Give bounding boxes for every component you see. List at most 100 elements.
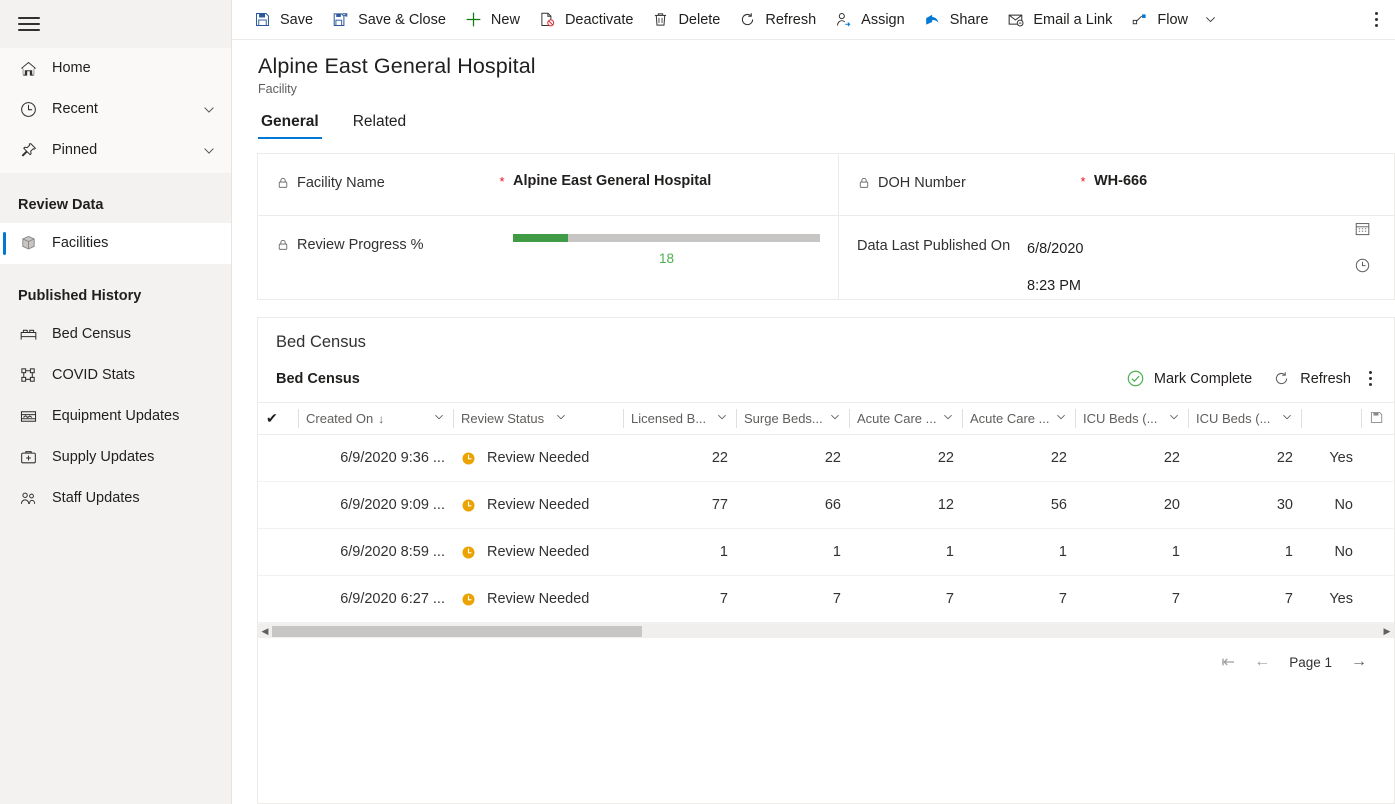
- assign-button[interactable]: Assign: [825, 1, 914, 39]
- sidebar-item-bed-census[interactable]: Bed Census: [0, 314, 231, 355]
- table-row[interactable]: 6/9/2020 8:59 ...Review Needed111111No: [258, 529, 1395, 576]
- tab-general[interactable]: General: [258, 113, 322, 139]
- cell-trailing[interactable]: Yes: [1301, 435, 1361, 482]
- cell-acute-care-2[interactable]: 1: [962, 529, 1075, 576]
- column-header-icu-beds-1[interactable]: ICU Beds (...: [1075, 403, 1188, 435]
- date-row[interactable]: 6/8/2020: [1027, 235, 1376, 262]
- chevron-down-icon[interactable]: [1050, 411, 1067, 426]
- sidebar-item-staff-updates[interactable]: Staff Updates: [0, 478, 231, 519]
- review-progress-control[interactable]: 18: [513, 216, 820, 266]
- save-and-close-button[interactable]: Save & Close: [322, 1, 455, 39]
- cell-review-status[interactable]: Review Needed: [453, 576, 623, 623]
- chevron-down-icon[interactable]: [550, 411, 567, 426]
- horizontal-scrollbar[interactable]: ◀ ▶: [258, 623, 1394, 638]
- clock-icon[interactable]: [1354, 257, 1372, 275]
- cell-review-status[interactable]: Review Needed: [453, 435, 623, 482]
- flow-chevron-down-icon[interactable]: [1197, 1, 1224, 39]
- row-select-checkbox[interactable]: [258, 529, 298, 576]
- cell-acute-care-2[interactable]: 56: [962, 482, 1075, 529]
- share-button[interactable]: Share: [914, 1, 998, 39]
- row-select-checkbox[interactable]: [258, 435, 298, 482]
- sidebar-item-facilities[interactable]: Facilities: [0, 223, 231, 264]
- sidebar-item-covid-stats[interactable]: COVID Stats: [0, 355, 231, 396]
- delete-button[interactable]: Delete: [642, 1, 729, 39]
- mark-complete-button[interactable]: Mark Complete: [1116, 364, 1262, 393]
- column-header-icu-beds-2[interactable]: ICU Beds (...: [1188, 403, 1301, 435]
- cell-acute-care-1[interactable]: 7: [849, 576, 962, 623]
- scroll-right-arrow-icon[interactable]: ▶: [1380, 627, 1394, 636]
- cell-acute-care-2[interactable]: 22: [962, 435, 1075, 482]
- next-page-button[interactable]: →: [1342, 646, 1376, 678]
- cell-acute-care-1[interactable]: 22: [849, 435, 962, 482]
- new-button[interactable]: New: [455, 1, 529, 39]
- column-header-acute-care-1[interactable]: Acute Care ...: [849, 403, 962, 435]
- cell-icu-beds-1[interactable]: 22: [1075, 435, 1188, 482]
- command-bar-overflow-button[interactable]: [1361, 1, 1391, 39]
- tab-related[interactable]: Related: [350, 113, 409, 139]
- sidebar-item-pinned[interactable]: Pinned: [0, 130, 231, 171]
- grid-overflow-button[interactable]: [1361, 366, 1380, 391]
- refresh-button[interactable]: Refresh: [729, 1, 825, 39]
- cell-surge-beds[interactable]: 66: [736, 482, 849, 529]
- chevron-down-icon[interactable]: [711, 411, 728, 426]
- cell-created-on[interactable]: 6/9/2020 9:09 ...: [298, 482, 453, 529]
- cell-created-on[interactable]: 6/9/2020 8:59 ...: [298, 529, 453, 576]
- column-header-surge-beds[interactable]: Surge Beds...: [736, 403, 849, 435]
- first-page-button[interactable]: ⇤: [1211, 646, 1245, 678]
- previous-page-button[interactable]: ←: [1245, 646, 1279, 678]
- cell-icu-beds-1[interactable]: 20: [1075, 482, 1188, 529]
- doh-number-value[interactable]: WH-666: [1094, 154, 1376, 189]
- deactivate-button[interactable]: Deactivate: [529, 1, 643, 39]
- scrollbar-thumb[interactable]: [272, 626, 642, 637]
- column-header-trailing[interactable]: [1301, 403, 1361, 435]
- cell-surge-beds[interactable]: 7: [736, 576, 849, 623]
- chevron-down-icon[interactable]: [428, 411, 445, 426]
- time-row[interactable]: 8:23 PM: [1027, 272, 1376, 299]
- chevron-down-icon[interactable]: [201, 143, 217, 159]
- cell-icu-beds-1[interactable]: 7: [1075, 576, 1188, 623]
- cell-review-status[interactable]: Review Needed: [453, 482, 623, 529]
- sidebar-item-recent[interactable]: Recent: [0, 89, 231, 130]
- save-button[interactable]: Save: [244, 1, 322, 39]
- cell-icu-beds-1[interactable]: 1: [1075, 529, 1188, 576]
- row-select-checkbox[interactable]: [258, 576, 298, 623]
- column-header-save-indicator[interactable]: [1361, 403, 1395, 435]
- sidebar-item-home[interactable]: Home: [0, 48, 231, 89]
- sidebar-item-supply-updates[interactable]: Supply Updates: [0, 437, 231, 478]
- chevron-down-icon[interactable]: [824, 411, 841, 426]
- cell-acute-care-1[interactable]: 12: [849, 482, 962, 529]
- cell-created-on[interactable]: 6/9/2020 9:36 ...: [298, 435, 453, 482]
- flow-button[interactable]: Flow: [1121, 1, 1197, 39]
- calendar-icon[interactable]: [1354, 220, 1372, 238]
- site-map-toggle-button[interactable]: [0, 0, 231, 48]
- scroll-left-arrow-icon[interactable]: ◀: [258, 627, 272, 636]
- cell-acute-care-1[interactable]: 1: [849, 529, 962, 576]
- column-header-licensed-beds[interactable]: Licensed B...: [623, 403, 736, 435]
- cell-acute-care-2[interactable]: 7: [962, 576, 1075, 623]
- cell-licensed-beds[interactable]: 7: [623, 576, 736, 623]
- sidebar-item-equipment-updates[interactable]: Equipment Updates: [0, 396, 231, 437]
- cell-trailing[interactable]: No: [1301, 529, 1361, 576]
- table-row[interactable]: 6/9/2020 9:09 ...Review Needed7766125620…: [258, 482, 1395, 529]
- cell-licensed-beds[interactable]: 77: [623, 482, 736, 529]
- cell-icu-beds-2[interactable]: 30: [1188, 482, 1301, 529]
- cell-licensed-beds[interactable]: 22: [623, 435, 736, 482]
- chevron-down-icon[interactable]: [201, 102, 217, 118]
- column-header-acute-care-2[interactable]: Acute Care ...: [962, 403, 1075, 435]
- cell-created-on[interactable]: 6/9/2020 6:27 ...: [298, 576, 453, 623]
- select-all-column-header[interactable]: ✔: [258, 403, 298, 435]
- cell-icu-beds-2[interactable]: 1: [1188, 529, 1301, 576]
- cell-trailing[interactable]: Yes: [1301, 576, 1361, 623]
- cell-trailing[interactable]: No: [1301, 482, 1361, 529]
- table-row[interactable]: 6/9/2020 6:27 ...Review Needed777777Yes: [258, 576, 1395, 623]
- scrollbar-track[interactable]: [272, 624, 1380, 639]
- chevron-down-icon[interactable]: [937, 411, 954, 426]
- cell-review-status[interactable]: Review Needed: [453, 529, 623, 576]
- table-row[interactable]: 6/9/2020 9:36 ...Review Needed2222222222…: [258, 435, 1395, 482]
- chevron-down-icon[interactable]: [1276, 411, 1293, 426]
- email-a-link-button[interactable]: Email a Link: [997, 1, 1121, 39]
- column-header-review-status[interactable]: Review Status: [453, 403, 623, 435]
- cell-surge-beds[interactable]: 1: [736, 529, 849, 576]
- cell-licensed-beds[interactable]: 1: [623, 529, 736, 576]
- cell-icu-beds-2[interactable]: 7: [1188, 576, 1301, 623]
